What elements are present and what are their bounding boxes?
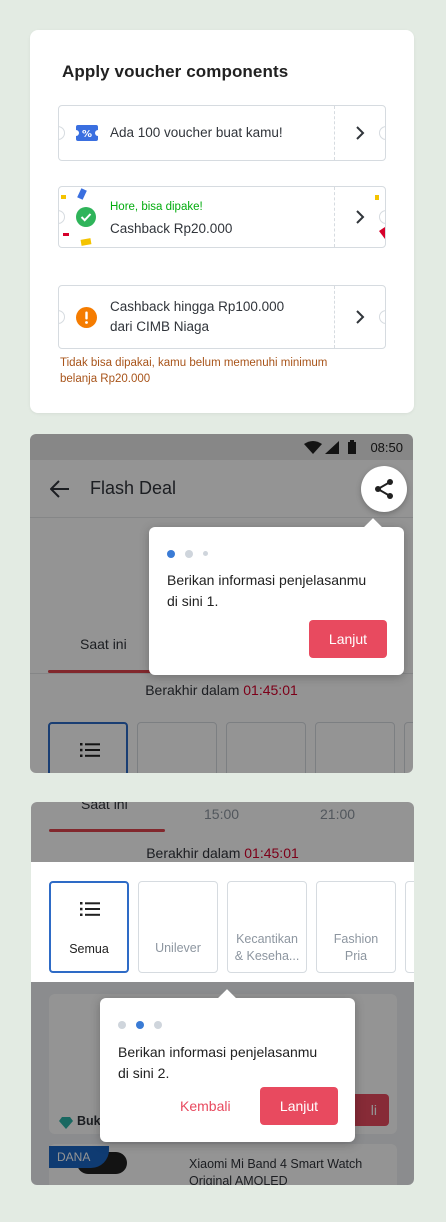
tooltip-message: Berikan informasi penjelasanmu di sini 2…	[118, 1042, 317, 1084]
tooltip-message-line1: Berikan informasi penjelasanmu	[118, 1044, 318, 1060]
tooltip-message-line2: di sini 2.	[118, 1065, 170, 1081]
filter-label-line1: Fashion	[333, 932, 379, 946]
voucher-success-value: Cashback Rp20.000	[110, 221, 233, 236]
step-dot	[203, 551, 208, 557]
chevron-right-icon	[356, 210, 365, 224]
step-indicator	[167, 545, 218, 558]
share-icon	[375, 479, 393, 499]
filter-all[interactable]: Semua	[49, 881, 129, 973]
card-title: Apply voucher components	[62, 62, 289, 81]
voucher-success-label: Hore, bisa dipake!	[110, 201, 203, 213]
back-button[interactable]: Kembali	[180, 1087, 231, 1125]
svg-text:%: %	[82, 129, 92, 140]
filter-more[interactable]	[405, 881, 414, 973]
step-indicator	[118, 1016, 172, 1029]
ticket-divider	[334, 286, 335, 348]
voucher-ticket-success[interactable]: Hore, bisa dipake! Cashback Rp20.000	[58, 186, 386, 248]
filter-label-line1: Kecantikan	[236, 932, 298, 946]
warning-icon	[76, 307, 97, 328]
flash-deal-coachmark-1: 08:50 Flash Deal Saat ini Berakhir dalam…	[30, 434, 413, 773]
ticket-notch-left	[59, 310, 65, 324]
coachmark-tooltip-2: Berikan informasi penjelasanmu di sini 2…	[100, 989, 355, 1142]
flash-deal-coachmark-2: Saat ini 15:00 21:00 Berakhir dalam 01:4…	[31, 802, 414, 1185]
chevron-right-icon	[356, 126, 365, 140]
share-button[interactable]	[361, 466, 407, 512]
tooltip-message-line2: di sini 1.	[167, 593, 219, 609]
filter-beauty[interactable]: Kecantikan & Keseha...	[227, 881, 307, 973]
coachmark-tooltip-1: Berikan informasi penjelasanmu di sini 1…	[149, 518, 404, 675]
step-dot-active	[167, 549, 175, 558]
tooltip-message-line1: Berikan informasi penjelasanmu	[167, 572, 367, 588]
voucher-error-line2: dari CIMB Niaga	[110, 319, 210, 334]
ticket-divider	[334, 106, 335, 160]
filter-fashion[interactable]: Fashion Pria	[316, 881, 396, 973]
confetti-decoration	[61, 188, 385, 246]
voucher-count-text: Ada 100 voucher buat kamu!	[110, 125, 283, 140]
voucher-error-message: Tidak bisa dipakai, kamu belum memenuhi …	[60, 357, 328, 385]
step-dot	[154, 1020, 162, 1029]
filter-label: Semua	[69, 942, 109, 956]
voucher-ticket-error[interactable]: Cashback hingga Rp100.000 dari CIMB Niag…	[58, 285, 386, 349]
voucher-ticket-available[interactable]: % Ada 100 voucher buat kamu!	[58, 105, 386, 161]
voucher-icon: %	[76, 125, 98, 141]
ticket-notch-right	[379, 310, 385, 324]
step-dot-active	[136, 1020, 144, 1029]
check-circle-icon	[76, 207, 96, 227]
filter-unilever[interactable]: Unilever	[138, 881, 218, 973]
filter-label: Unilever	[155, 941, 201, 955]
step-dot	[118, 1020, 126, 1029]
filter-label-line2: & Keseha...	[234, 949, 300, 963]
filter-row-highlighted: Semua Unilever Kecantikan & Keseha... Fa…	[31, 862, 414, 982]
list-icon	[80, 902, 100, 916]
ticket-notch-right	[379, 126, 385, 140]
voucher-error-line1: Cashback hingga Rp100.000	[110, 299, 285, 314]
voucher-components-card: Apply voucher components % Ada 100 vouch…	[30, 30, 414, 413]
tooltip-message: Berikan informasi penjelasanmu di sini 1…	[167, 570, 366, 612]
ticket-notch-left	[59, 126, 65, 140]
filter-label-line2: Pria	[344, 949, 368, 963]
next-button[interactable]: Lanjut	[260, 1087, 338, 1125]
step-dot	[185, 549, 193, 558]
next-button[interactable]: Lanjut	[309, 620, 387, 658]
chevron-right-icon	[356, 310, 365, 324]
